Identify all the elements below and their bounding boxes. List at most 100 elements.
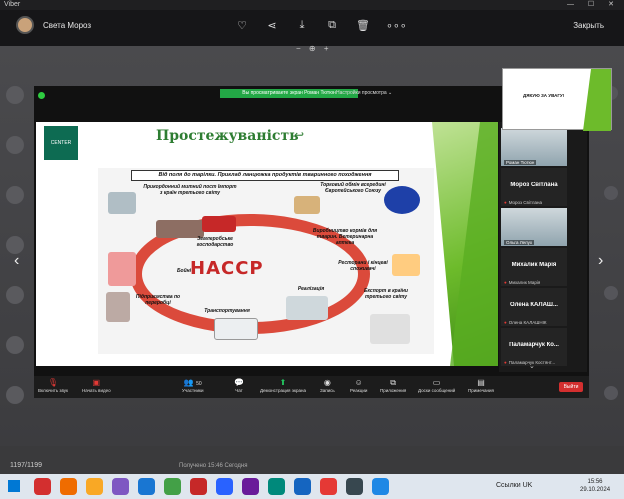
app-icon[interactable] [112, 478, 129, 495]
reactions-icon: ☺ [354, 378, 363, 387]
telegram-icon[interactable] [216, 478, 233, 495]
windows-start-icon[interactable] [8, 480, 20, 492]
title-arrow-icon: ↩ [294, 128, 305, 142]
apps-button[interactable]: ⧉ Приложения [380, 378, 406, 393]
label-border: Прикордонний митний пост Імпорт з країн … [143, 184, 237, 196]
haccp-label: HACCP [190, 258, 264, 279]
crop-icon[interactable]: ⧉ [326, 19, 338, 32]
participants-panel: Роман Тютюн Мороз Світлана ● Мороз Світла… [499, 122, 587, 372]
participant-title: Паламарчук Ко... [509, 342, 559, 348]
muted-mic-icon: ● [504, 360, 507, 365]
tractor-picture [202, 216, 236, 232]
shared-slide: CENTER Простежуваність ↩ Від поля до тар… [36, 122, 498, 366]
center-logo: CENTER [44, 126, 78, 160]
zoom-icon[interactable] [372, 478, 389, 495]
participant-video[interactable]: Ольга Лелух [501, 208, 567, 246]
apps-icon: ⧉ [390, 378, 397, 387]
participant-tile[interactable]: Олена КАЛАШ... ● Олена КАЛАШНІК [501, 288, 567, 326]
muted-mic-icon: ● [504, 320, 507, 325]
chat-icon: 💬 [234, 378, 244, 387]
viber-icon[interactable] [242, 478, 259, 495]
whiteboard-button[interactable]: ▭ Доски сообщений [418, 378, 455, 393]
start-video-button[interactable]: ▣ Начать видео [82, 378, 111, 393]
slaughter-picture [108, 252, 136, 286]
window-controls[interactable]: — ☐ ✕ [567, 0, 620, 8]
links-label[interactable]: Ссылки [496, 482, 521, 489]
blurred-avatar [6, 386, 24, 404]
processing-picture [106, 292, 130, 322]
next-arrow-icon[interactable]: › [598, 252, 603, 270]
previous-arrow-icon[interactable]: ‹ [14, 252, 19, 270]
participant-sub: ● Михалик Марія [504, 280, 541, 285]
chevron-down-icon[interactable]: ⌄ [529, 362, 535, 370]
participant-tile[interactable]: Мороз Світлана ● Мороз Світлана [501, 168, 567, 206]
app-icon[interactable] [268, 478, 285, 495]
close-button[interactable]: Закрыть [573, 21, 604, 30]
chrome-icon[interactable] [164, 478, 181, 495]
notes-icon: ▤ [477, 378, 485, 387]
received-time: Получено 15:46 Сегодня [179, 463, 248, 469]
edge-icon[interactable] [138, 478, 155, 495]
folder-icon[interactable] [86, 478, 103, 495]
image-counter: 1197/1199 [10, 462, 43, 469]
more-icon[interactable]: ∘∘∘ [386, 19, 407, 32]
blurred-avatar [6, 286, 24, 304]
media-icon[interactable] [190, 478, 207, 495]
encryption-shield-icon [38, 92, 45, 99]
trash-icon[interactable]: 🗑 [356, 19, 370, 32]
language-indicator[interactable]: UK [523, 482, 533, 489]
slide-thumbnail[interactable]: ДЯКУЮ ЗА УВАГУ! [502, 68, 612, 131]
participant-title: Олена КАЛАШ... [510, 302, 558, 308]
chrome-alt-icon[interactable] [320, 478, 337, 495]
participants-icon: 👥 50 [183, 378, 202, 387]
trade-picture [294, 196, 320, 214]
download-icon[interactable]: ⤓ [296, 19, 308, 32]
system-tray: Ссылки UK [496, 482, 532, 489]
leave-button[interactable]: Выйти [559, 382, 583, 392]
chat-button[interactable]: 💬 Чат [234, 378, 244, 393]
notes-button[interactable]: ▤ Примечания [468, 378, 494, 393]
windows-taskbar: Ссылки UK 15:56 29.10.2024 [0, 474, 624, 499]
label-restaurants: Ресторани і кінцеві споживачі [338, 260, 388, 272]
view-options-button[interactable]: Настройки просмотра ⌄ [336, 89, 392, 98]
muted-mic-icon: ● [504, 200, 507, 205]
share-icon[interactable]: ⋖ [266, 19, 278, 32]
word-icon[interactable] [294, 478, 311, 495]
participant-tile[interactable]: Михалик Марія ● Михалик Марія [501, 248, 567, 286]
record-button[interactable]: ◉ Запись [320, 378, 335, 393]
firefox-icon[interactable] [60, 478, 77, 495]
blurred-avatar [6, 336, 24, 354]
reactions-button[interactable]: ☺ Реакции [350, 378, 367, 393]
export-picture [370, 314, 410, 344]
whiteboard-icon: ▭ [432, 378, 441, 387]
zoom-controls[interactable]: − ⊕ + [296, 44, 332, 53]
blurred-avatar [6, 136, 24, 154]
label-retail: Реалізація [297, 286, 325, 292]
slide-title: Простежуваність [156, 128, 299, 144]
eu-flag-globe [384, 186, 420, 214]
participant-tile[interactable]: Паламарчук Ко... ● Паламарчук Костянт... [501, 328, 567, 366]
label-transport: Транспортування [204, 308, 250, 314]
participant-title: Михалик Марія [511, 262, 557, 268]
mute-button[interactable]: 🎙 Включить звук [38, 378, 68, 393]
retail-picture [286, 296, 328, 320]
participant-video[interactable]: Роман Тютюн [501, 128, 567, 166]
participants-button[interactable]: 👥 50 Участники [182, 378, 204, 393]
app-icon[interactable] [346, 478, 363, 495]
sender-name: Света Мороз [43, 21, 92, 30]
app-name: Viber [4, 1, 21, 8]
muted-mic-icon: ● [504, 280, 507, 285]
label-feed: Виробництво кормів для тварин. Ветеринар… [312, 228, 378, 246]
muted-mic-icon: 🎙 [47, 378, 59, 387]
sender-avatar[interactable] [16, 16, 34, 34]
opera-icon[interactable] [34, 478, 51, 495]
diagram-caption: Від поля до тарілки. Приклад ланцюжка пр… [131, 170, 399, 181]
label-processing: Підприємства по переробці [135, 294, 181, 306]
blurred-avatar [6, 86, 24, 104]
share-screen-button[interactable]: ⬆ Демонстрация экрана [260, 378, 306, 393]
clock[interactable]: 15:56 29.10.2024 [580, 478, 610, 494]
blurred-avatar [6, 186, 24, 204]
media-viewer-header: Света Мороз ♡ ⋖ ⤓ ⧉ 🗑 ∘∘∘ Закрыть [0, 10, 624, 46]
heart-icon[interactable]: ♡ [236, 19, 248, 32]
label-slaughter: Бойні [176, 268, 192, 274]
